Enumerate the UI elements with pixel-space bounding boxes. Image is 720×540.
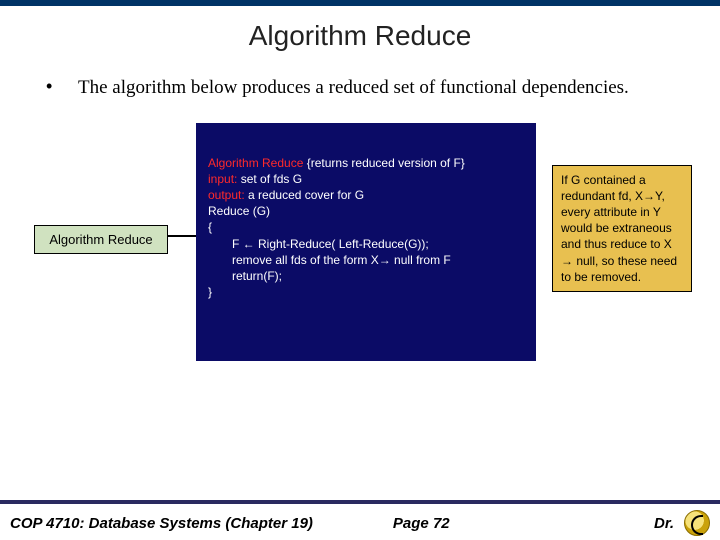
code-panel: Algorithm Reduce {returns reduced versio…: [196, 123, 536, 361]
code-text: set of fds G: [237, 172, 302, 186]
code-line-2: input: set of fds G: [208, 171, 524, 187]
ucf-logo-icon: [684, 510, 710, 536]
footer-page: Page 72: [393, 515, 450, 532]
code-keyword: output:: [208, 188, 245, 202]
footer-course: COP 4710: Database Systems (Chapter 19): [10, 515, 313, 532]
annotation-note: If G contained a redundant fd, X→Y, ever…: [552, 165, 692, 292]
connector-line: [168, 235, 196, 237]
diagram-stage: Algorithm Reduce Algorithm Reduce {retur…: [0, 123, 720, 423]
footer-author: Dr.: [654, 515, 674, 532]
code-line-4: Reduce (G): [208, 203, 524, 219]
bullet-marker: •: [42, 76, 78, 101]
code-line-3: output: a reduced cover for G: [208, 187, 524, 203]
code-keyword: input:: [208, 172, 237, 186]
slide-footer: COP 4710: Database Systems (Chapter 19) …: [0, 500, 720, 540]
code-line-9: }: [208, 284, 524, 300]
slide-title: Algorithm Reduce: [0, 20, 720, 52]
algorithm-label-box: Algorithm Reduce: [34, 225, 168, 254]
bullet-row: • The algorithm below produces a reduced…: [42, 76, 662, 101]
bullet-text: The algorithm below produces a reduced s…: [78, 76, 629, 101]
code-line-5: {: [208, 219, 524, 235]
code-text: a reduced cover for G: [245, 188, 364, 202]
top-accent-bar: [0, 0, 720, 6]
code-line-6: F ← Right-Reduce( Left-Reduce(G));: [208, 236, 524, 252]
code-line-7: remove all fds of the form X→ null from …: [208, 252, 524, 268]
code-keyword: Algorithm Reduce: [208, 156, 303, 170]
code-text: {returns reduced version of F}: [303, 156, 464, 170]
code-line-1: Algorithm Reduce {returns reduced versio…: [208, 155, 524, 171]
code-line-8: return(F);: [208, 268, 524, 284]
